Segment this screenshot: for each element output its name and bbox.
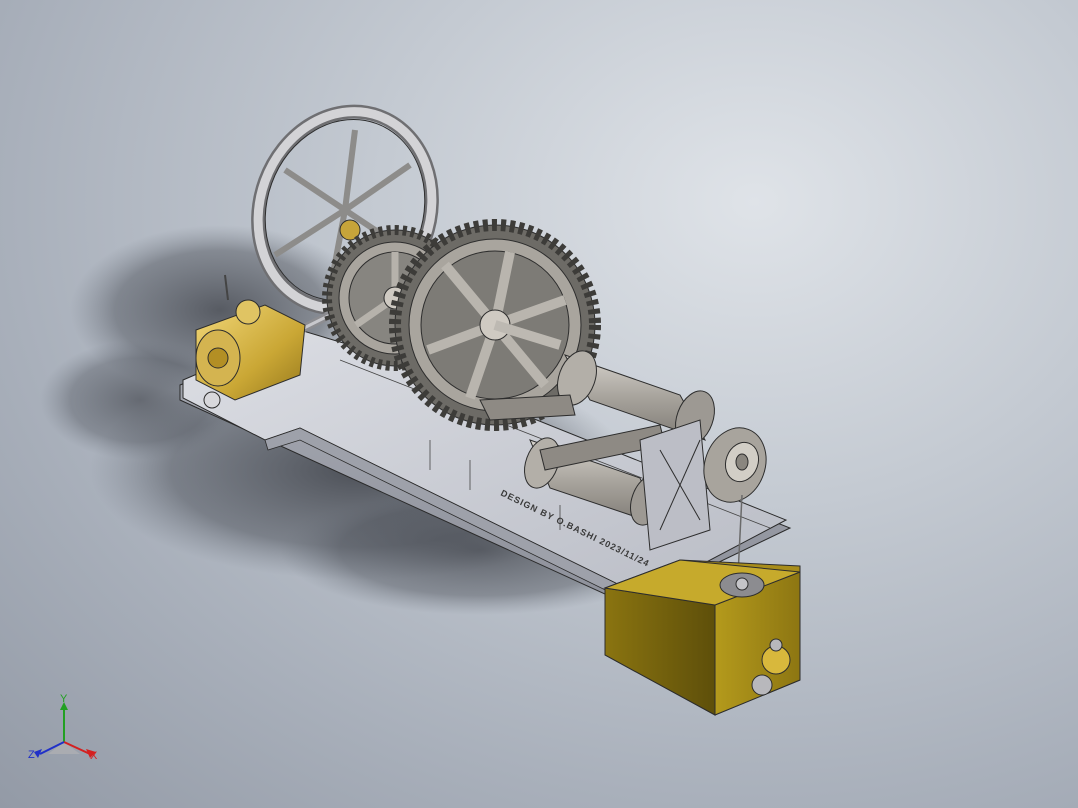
graphics-viewport[interactable]: DESIGN BY O.BASHI 2023/11/24 Y X Z <box>0 0 1078 808</box>
reference-triad: Y X Z <box>24 694 104 770</box>
z-axis-label: Z <box>28 749 35 761</box>
x-axis-label: X <box>90 750 98 762</box>
boiler-box[interactable] <box>603 559 801 716</box>
engine-model[interactable]: DESIGN BY O.BASHI 2023/11/24 <box>0 0 1078 808</box>
support-frame <box>639 419 711 551</box>
y-axis-label: Y <box>60 693 68 705</box>
